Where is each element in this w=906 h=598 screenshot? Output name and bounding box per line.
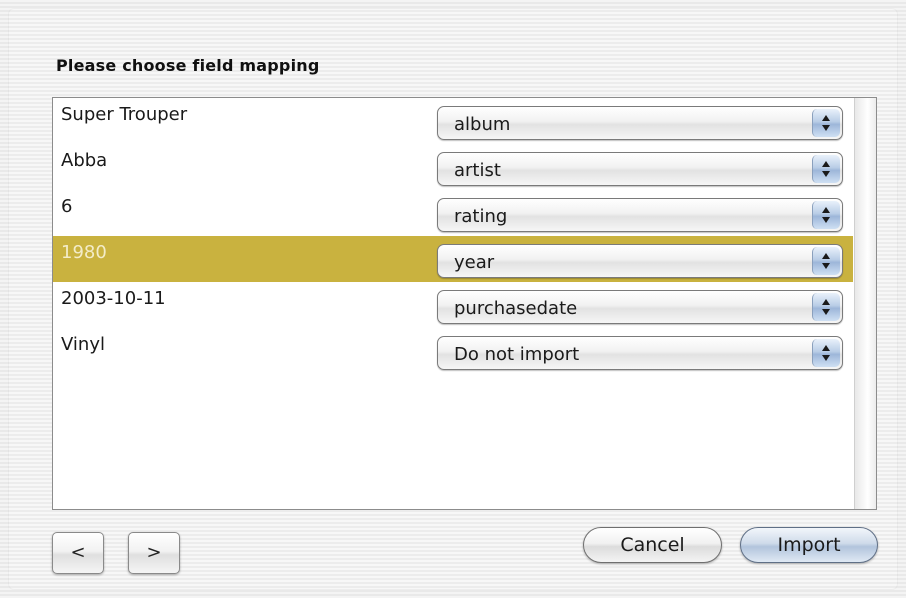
source-value-label: Vinyl xyxy=(61,334,105,355)
import-button[interactable]: Import xyxy=(740,527,878,563)
mapping-row-selected[interactable]: 1980 year xyxy=(53,236,853,282)
up-down-arrows-icon xyxy=(812,293,840,321)
field-select-popup[interactable]: album xyxy=(437,106,843,140)
mapping-row[interactable]: 2003-10-11 purchasedate xyxy=(53,282,853,328)
up-down-arrows-icon xyxy=(812,339,840,367)
mapping-rows: Super Trouper album Abba artist 6 rating xyxy=(53,98,853,374)
previous-record-button[interactable]: < xyxy=(52,532,104,574)
field-select-popup[interactable]: rating xyxy=(437,198,843,232)
field-select-popup[interactable]: Do not import xyxy=(437,336,843,370)
next-record-button[interactable]: > xyxy=(128,532,180,574)
vertical-scrollbar[interactable] xyxy=(854,98,876,509)
up-down-arrows-icon xyxy=(812,155,840,183)
field-select-value: artist xyxy=(454,160,501,181)
source-value-label: Abba xyxy=(61,150,108,171)
source-value-label: 2003-10-11 xyxy=(61,288,166,309)
field-select-popup[interactable]: artist xyxy=(437,152,843,186)
mapping-row[interactable]: 6 rating xyxy=(53,190,853,236)
field-select-popup[interactable]: purchasedate xyxy=(437,290,843,324)
field-select-popup[interactable]: year xyxy=(437,244,843,278)
up-down-arrows-icon xyxy=(812,201,840,229)
dialog-heading: Please choose field mapping xyxy=(56,56,320,75)
field-select-value: album xyxy=(454,114,511,135)
up-down-arrows-icon xyxy=(812,247,840,275)
field-mapping-list: Super Trouper album Abba artist 6 rating xyxy=(52,97,877,510)
source-value-label: 1980 xyxy=(61,242,107,263)
source-value-label: Super Trouper xyxy=(61,104,188,125)
cancel-button[interactable]: Cancel xyxy=(583,527,722,563)
mapping-row[interactable]: Vinyl Do not import xyxy=(53,328,853,374)
field-select-value: purchasedate xyxy=(454,298,578,319)
field-select-value: year xyxy=(454,252,495,273)
field-select-value: Do not import xyxy=(454,344,580,365)
mapping-row[interactable]: Super Trouper album xyxy=(53,98,853,144)
mapping-row[interactable]: Abba artist xyxy=(53,144,853,190)
field-select-value: rating xyxy=(454,206,508,227)
up-down-arrows-icon xyxy=(812,109,840,137)
source-value-label: 6 xyxy=(61,196,73,217)
